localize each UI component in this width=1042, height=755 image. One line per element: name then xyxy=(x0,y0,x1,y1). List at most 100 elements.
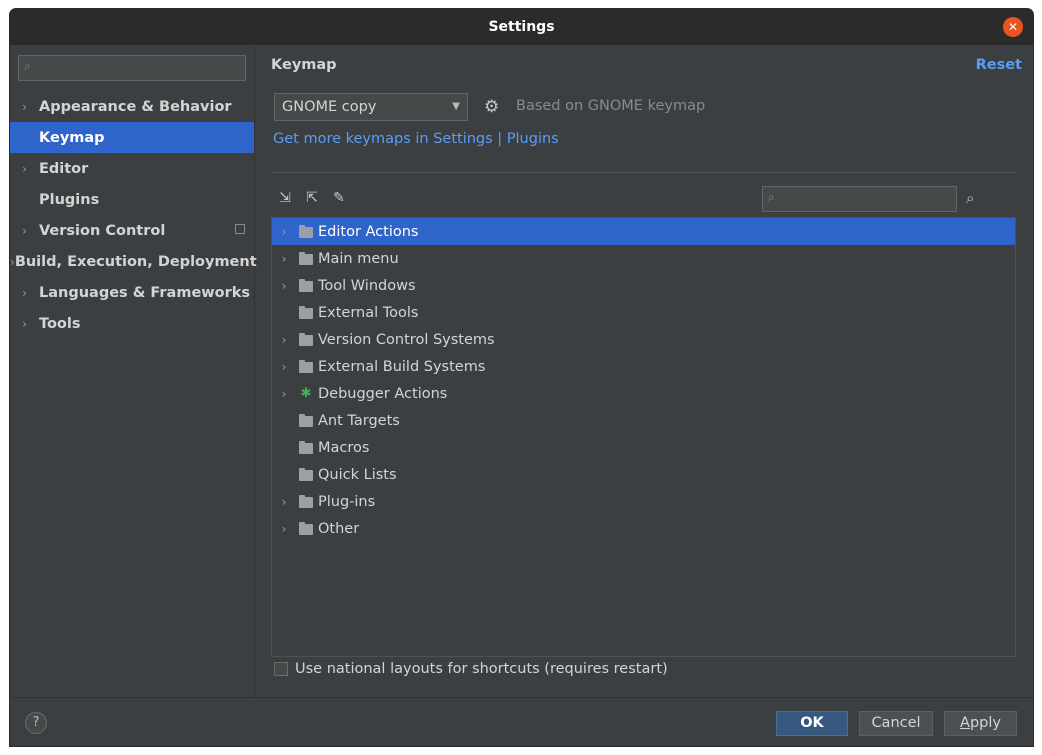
cancel-button[interactable]: Cancel xyxy=(859,711,933,736)
find-by-shortcut-icon[interactable]: ⌕ xyxy=(966,189,974,207)
chevron-right-icon: › xyxy=(281,278,287,293)
sidebar-item-label: Languages & Frameworks xyxy=(39,284,251,301)
folder-icon xyxy=(296,494,316,509)
tree-row-label: Macros xyxy=(318,439,370,456)
chevron-right-icon: › xyxy=(22,161,27,176)
chevron-right-icon: › xyxy=(281,494,287,509)
sidebar-item-keymap[interactable]: Keymap xyxy=(10,122,254,153)
sidebar-item-label: Appearance & Behavior xyxy=(39,98,232,115)
national-layouts-checkbox[interactable] xyxy=(274,662,288,676)
folder-icon xyxy=(296,332,316,347)
project-scope-icon xyxy=(235,224,245,234)
settings-window: Settings ✕ ⌕ › Appearance & Behavior Key… xyxy=(10,9,1033,746)
chevron-right-icon: › xyxy=(22,99,27,114)
tree-row-debugger-actions[interactable]: › ✱ Debugger Actions xyxy=(272,380,1015,407)
sidebar-item-label: Editor xyxy=(39,160,89,177)
keymap-panel: Keymap Reset GNOME copy ▼ ⚙ Based on GNO… xyxy=(256,45,1033,697)
tree-row-label: Ant Targets xyxy=(318,412,400,429)
chevron-right-icon: › xyxy=(22,223,27,238)
sidebar-item-version-control[interactable]: › Version Control xyxy=(10,215,254,246)
tree-row-version-control-systems[interactable]: › Version Control Systems xyxy=(272,326,1015,353)
folder-icon xyxy=(296,278,316,293)
chevron-right-icon: › xyxy=(22,316,27,331)
edit-icon[interactable]: ✎ xyxy=(330,189,348,207)
search-icon: ⌕ xyxy=(24,59,31,73)
reset-link[interactable]: Reset xyxy=(976,57,1022,73)
expand-all-icon[interactable]: ⇲ xyxy=(276,189,294,207)
apply-label: pply xyxy=(969,715,1001,731)
sidebar-item-label: Tools xyxy=(39,315,81,332)
help-button[interactable]: ? xyxy=(25,712,47,734)
tree-row-external-build-systems[interactable]: › External Build Systems xyxy=(272,353,1015,380)
window-title: Settings xyxy=(488,19,555,35)
tree-row-external-tools[interactable]: External Tools xyxy=(272,299,1015,326)
folder-icon xyxy=(296,305,316,320)
tree-row-main-menu[interactable]: › Main menu xyxy=(272,245,1015,272)
tree-row-label: Quick Lists xyxy=(318,466,397,483)
folder-icon xyxy=(296,251,316,266)
search-icon: ⌕ xyxy=(768,190,775,204)
divider xyxy=(271,172,1016,173)
actions-tree: › Editor Actions › Main menu › Tool Wind… xyxy=(271,217,1016,657)
sidebar-item-build-execution-deployment[interactable]: › Build, Execution, Deployment xyxy=(10,246,257,277)
sidebar-item-languages-frameworks[interactable]: › Languages & Frameworks xyxy=(10,277,254,308)
sidebar-search-input[interactable]: ⌕ xyxy=(18,55,246,81)
sidebar-item-label: Keymap xyxy=(39,129,105,146)
tree-row-label: External Build Systems xyxy=(318,358,486,375)
sidebar-item-plugins[interactable]: Plugins xyxy=(10,184,254,215)
title-bar: Settings ✕ xyxy=(10,9,1033,45)
sidebar-item-label: Build, Execution, Deployment xyxy=(14,253,257,270)
tree-row-label: Editor Actions xyxy=(318,223,419,240)
chevron-right-icon: › xyxy=(281,332,287,347)
tree-row-label: Other xyxy=(318,520,360,537)
folder-icon xyxy=(296,224,316,239)
sidebar-nav: › Appearance & Behavior Keymap › Editor … xyxy=(10,91,257,339)
chevron-right-icon: › xyxy=(281,359,287,374)
tree-row-other[interactable]: › Other xyxy=(272,515,1015,542)
sidebar-item-label: Version Control xyxy=(39,222,166,239)
folder-icon xyxy=(296,413,316,428)
tree-row-label: External Tools xyxy=(318,304,419,321)
tree-row-label: Main menu xyxy=(318,250,399,267)
chevron-right-icon: › xyxy=(281,521,287,536)
gear-icon[interactable]: ⚙ xyxy=(484,97,499,117)
chevron-right-icon: › xyxy=(22,285,27,300)
folder-icon xyxy=(296,467,316,482)
page-title: Keymap xyxy=(271,57,337,73)
sidebar-item-label: Plugins xyxy=(39,191,100,208)
dialog-footer: ? OK Cancel Apply xyxy=(10,697,1033,746)
based-on-label: Based on GNOME keymap xyxy=(516,98,706,114)
bug-icon: ✱ xyxy=(300,386,312,401)
tree-row-label: Tool Windows xyxy=(318,277,416,294)
national-layouts-option[interactable]: Use national layouts for shortcuts (requ… xyxy=(274,661,668,677)
tree-row-tool-windows[interactable]: › Tool Windows xyxy=(272,272,1015,299)
tree-row-label: Debugger Actions xyxy=(318,385,448,402)
folder-icon xyxy=(296,440,316,455)
tree-row-label: Plug-ins xyxy=(318,493,376,510)
tree-row-ant-targets[interactable]: Ant Targets xyxy=(272,407,1015,434)
ok-button[interactable]: OK xyxy=(776,711,848,736)
chevron-down-icon: ▼ xyxy=(452,101,460,112)
chevron-right-icon: › xyxy=(281,386,287,401)
keymap-select-value: GNOME copy xyxy=(282,99,377,115)
folder-icon xyxy=(296,521,316,536)
action-search-input[interactable]: ⌕ xyxy=(762,186,957,212)
apply-mnemonic: A xyxy=(960,715,970,731)
tree-row-plug-ins[interactable]: › Plug-ins xyxy=(272,488,1015,515)
keymap-select[interactable]: GNOME copy ▼ xyxy=(274,93,468,121)
settings-sidebar: ⌕ › Appearance & Behavior Keymap › Edito… xyxy=(10,45,257,697)
chevron-right-icon: › xyxy=(281,224,287,239)
apply-button[interactable]: Apply xyxy=(944,711,1017,736)
chevron-right-icon: › xyxy=(281,251,287,266)
more-keymaps-link[interactable]: Get more keymaps in Settings | Plugins xyxy=(273,131,559,147)
sidebar-item-appearance-behavior[interactable]: › Appearance & Behavior xyxy=(10,91,254,122)
tree-row-editor-actions[interactable]: › Editor Actions xyxy=(272,218,1015,245)
folder-icon xyxy=(296,359,316,374)
sidebar-item-tools[interactable]: › Tools xyxy=(10,308,254,339)
collapse-all-icon[interactable]: ⇱ xyxy=(303,189,321,207)
tree-row-quick-lists[interactable]: Quick Lists xyxy=(272,461,1015,488)
close-icon[interactable]: ✕ xyxy=(1003,17,1023,37)
sidebar-item-editor[interactable]: › Editor xyxy=(10,153,254,184)
national-layouts-label: Use national layouts for shortcuts (requ… xyxy=(295,661,668,677)
tree-row-macros[interactable]: Macros xyxy=(272,434,1015,461)
